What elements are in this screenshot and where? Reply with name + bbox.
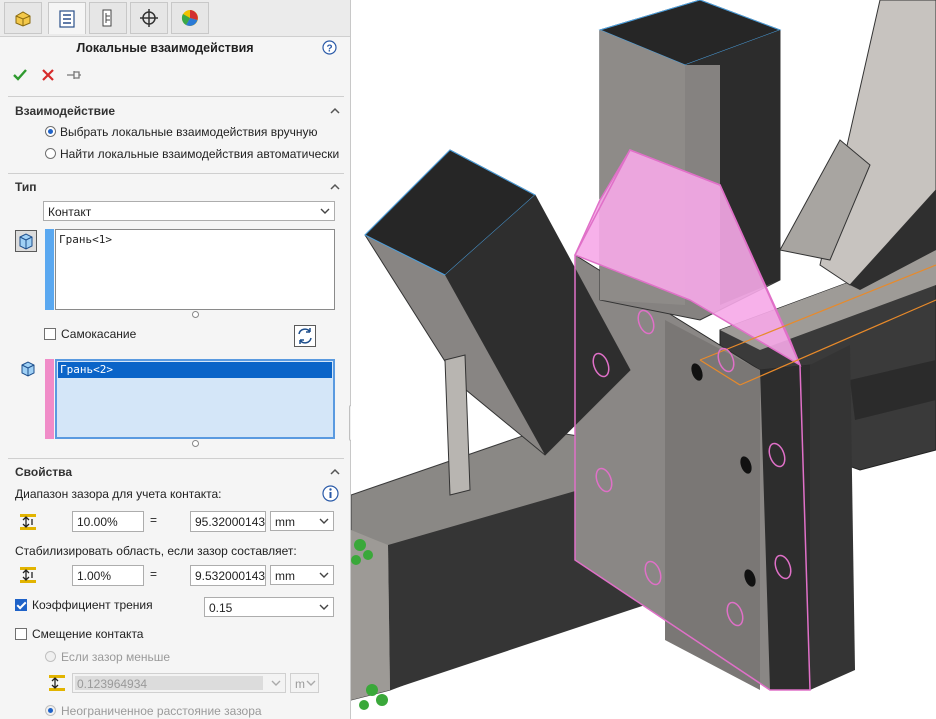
divider — [8, 173, 344, 174]
svg-text:?: ? — [326, 44, 332, 55]
chevron-down-icon — [320, 208, 330, 214]
radio-unlimited-gap[interactable] — [45, 705, 56, 716]
graphics-area[interactable] — [351, 0, 936, 719]
chevron-down-icon — [319, 572, 329, 578]
contact-type-value: Контакт — [48, 205, 92, 219]
contact-type-select[interactable]: Контакт — [43, 201, 335, 221]
stabilize-value-input[interactable]: 9.532000143 — [190, 565, 266, 586]
gap-unit-value: mm — [275, 515, 295, 529]
tab-property-manager[interactable] — [48, 2, 86, 34]
set2-color-bar — [45, 359, 54, 439]
panel-title: Локальные взаимодействия — [76, 41, 254, 55]
gap-distance-icon — [49, 675, 65, 691]
friction-label: Коэффициент трения — [32, 598, 153, 612]
chevron-up-icon[interactable] — [330, 182, 340, 192]
stabilize-label: Стабилизировать область, если зазор сост… — [15, 544, 297, 558]
face-set1-item[interactable]: Грань<1> — [59, 233, 112, 246]
pushpin-icon[interactable] — [66, 69, 82, 81]
stabilize-value-value: 9.532000143 — [195, 569, 266, 583]
tab-display-manager[interactable] — [171, 2, 209, 34]
divider — [8, 458, 344, 459]
swap-icon — [298, 328, 312, 344]
configuration-manager-icon — [102, 9, 112, 27]
help-icon[interactable]: ? — [322, 40, 337, 55]
divider — [8, 96, 344, 97]
equals-sign: = — [150, 513, 158, 527]
stabilize-percent-input[interactable]: 1.00% — [72, 565, 144, 586]
model-view[interactable] — [351, 0, 936, 719]
tab-feature-manager[interactable] — [4, 2, 42, 34]
radio-auto[interactable] — [45, 148, 56, 159]
section-type-heading: Тип — [15, 180, 37, 194]
stabilize-tolerance-icon — [20, 567, 36, 583]
gap-tolerance-icon — [20, 514, 36, 530]
gap-value-input[interactable]: 95.32000143 — [190, 511, 266, 532]
swap-sets-button[interactable] — [294, 325, 316, 347]
gap-percent-value: 10.00% — [77, 515, 118, 529]
resize-handle[interactable] — [192, 311, 199, 318]
face-select-icon — [19, 233, 33, 250]
stabilize-unit-select[interactable]: mm — [270, 565, 334, 585]
if-gap-less-value-select[interactable]: 0.123964934 — [72, 673, 286, 693]
section-properties-heading: Свойства — [15, 465, 73, 479]
stabilize-percent-value: 1.00% — [77, 569, 112, 583]
face-set2-list[interactable]: Грань<2> — [55, 359, 335, 439]
close-icon[interactable] — [41, 68, 55, 82]
tab-dimxpert[interactable] — [130, 2, 168, 34]
face-set2-icon[interactable] — [19, 360, 37, 378]
manager-tabs — [0, 0, 350, 37]
gap-value-value: 95.32000143 — [195, 515, 266, 529]
if-gap-less-unit: m — [295, 677, 305, 691]
chevron-down-icon — [319, 518, 329, 524]
dimxpert-icon — [140, 9, 158, 27]
gap-range-label: Диапазон зазора для учета контакта: — [15, 487, 222, 501]
radio-manual-label: Выбрать локальные взаимодействия вручную — [60, 125, 318, 139]
set1-color-bar — [45, 229, 54, 310]
radio-manual[interactable] — [45, 126, 56, 137]
friction-checkbox[interactable] — [15, 599, 27, 611]
gap-percent-input[interactable]: 10.00% — [72, 511, 144, 532]
unlimited-gap-label: Неограниченное расстояние зазора — [61, 704, 262, 718]
property-manager-icon — [59, 9, 75, 28]
self-contact-label: Самокасание — [61, 327, 137, 341]
radio-if-gap-less[interactable] — [45, 651, 56, 662]
tab-configuration-manager[interactable] — [89, 2, 127, 34]
face-set1-list[interactable]: Грань<1> — [55, 229, 335, 310]
property-manager-panel: Локальные взаимодействия ? Взаимодействи… — [0, 0, 351, 719]
chevron-down-icon — [271, 680, 281, 686]
info-icon[interactable] — [322, 485, 339, 502]
equals-sign: = — [150, 567, 158, 581]
display-manager-icon — [181, 10, 198, 26]
resize-handle[interactable] — [192, 440, 199, 447]
radio-auto-label: Найти локальные взаимодействия автоматич… — [60, 147, 340, 161]
chevron-up-icon[interactable] — [330, 467, 340, 477]
section-interaction-heading: Взаимодействие — [15, 104, 116, 118]
if-gap-less-label: Если зазор меньше — [61, 650, 171, 664]
if-gap-less-unit-select[interactable]: m — [290, 673, 319, 693]
contact-offset-label: Смещение контакта — [32, 627, 144, 641]
face-set2-item[interactable]: Грань<2> — [60, 363, 113, 376]
if-gap-less-value: 0.123964934 — [77, 677, 148, 691]
chevron-down-icon — [319, 604, 329, 610]
friction-value: 0.15 — [209, 601, 233, 615]
gap-unit-select[interactable]: mm — [270, 511, 334, 531]
self-contact-checkbox[interactable] — [44, 328, 56, 340]
friction-value-select[interactable]: 0.15 — [204, 597, 334, 617]
feature-manager-icon — [15, 11, 31, 27]
stabilize-unit-value: mm — [275, 569, 295, 583]
face-set1-selector[interactable] — [15, 230, 37, 252]
chevron-up-icon[interactable] — [330, 106, 340, 116]
chevron-down-icon — [306, 680, 316, 686]
contact-offset-checkbox[interactable] — [15, 628, 27, 640]
check-icon[interactable] — [12, 67, 28, 83]
